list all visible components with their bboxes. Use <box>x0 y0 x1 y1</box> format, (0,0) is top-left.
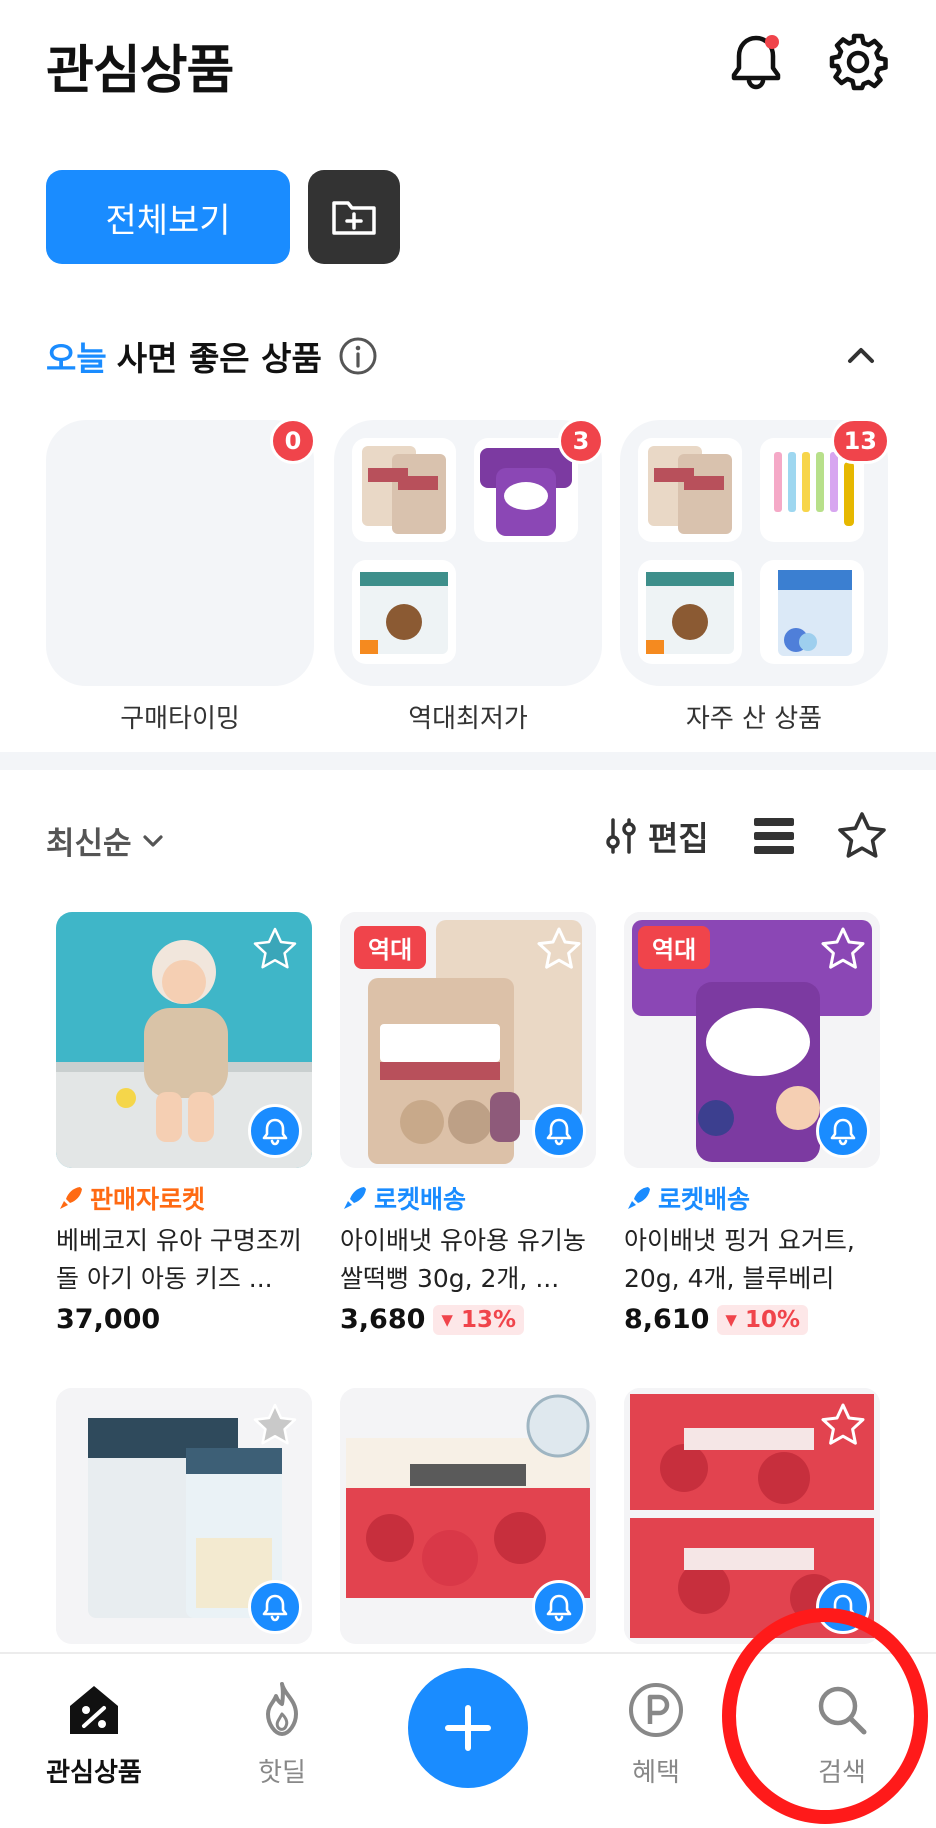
product-card[interactable]: 역대 로켓배송 아이배냇 핑거 요거트, 20g, 4개, 블루베리 8,610… <box>624 912 880 1335</box>
product-card[interactable] <box>624 1388 880 1644</box>
product-card[interactable] <box>56 1388 312 1644</box>
starred-icon[interactable] <box>252 926 298 972</box>
sliders-icon <box>606 818 636 854</box>
bell-icon <box>830 1118 856 1146</box>
frequently-bought-label: 자주 산 상품 <box>685 704 823 734</box>
add-folder-button[interactable] <box>308 170 400 264</box>
price-alert-button[interactable] <box>248 1104 302 1158</box>
edit-button[interactable]: 편집 <box>604 812 709 860</box>
page-title: 관심상품 <box>46 41 234 101</box>
price-alert-button[interactable] <box>248 1580 302 1634</box>
rocket-icon <box>344 1187 366 1209</box>
price-alert-button[interactable] <box>532 1580 586 1634</box>
frequently-bought-card[interactable]: 13 <box>620 418 890 686</box>
header: 관심상품 <box>0 0 936 130</box>
add-button[interactable] <box>408 1668 528 1788</box>
lowest-ever-tag: 역대 <box>638 926 711 969</box>
product-name: 베베코지 유아 구명조끼 돌 아기 아동 키즈 ... <box>56 1226 302 1293</box>
product-image <box>340 1388 596 1644</box>
product-thumbnail <box>638 438 742 542</box>
product-card[interactable] <box>340 1388 596 1644</box>
bell-icon <box>546 1594 572 1622</box>
bell-icon <box>262 1594 288 1622</box>
info-icon[interactable] <box>338 336 378 376</box>
list-view-icon[interactable] <box>752 814 796 858</box>
view-all-button[interactable]: 전체보기 <box>46 170 290 264</box>
notification-bell-icon[interactable] <box>724 30 788 94</box>
star-icon[interactable] <box>820 926 866 972</box>
search-icon <box>818 1686 867 1735</box>
discount-badge: ▾ 10% <box>717 1304 809 1335</box>
home-percent-icon <box>70 1686 118 1734</box>
product-card[interactable]: 역대 로켓배송 아이배냇 유아용 유기농 쌀떡뻥 30g, 2개, ... 3,… <box>340 912 596 1335</box>
product-thumbnail <box>638 560 742 664</box>
price-row: 37,000 <box>56 1304 312 1335</box>
rocket-icon <box>628 1187 650 1209</box>
bell-icon <box>830 1594 856 1622</box>
shipping-type: 로켓배송 <box>624 1180 880 1216</box>
product-price: 8,610 <box>624 1304 710 1335</box>
section-divider <box>0 752 936 770</box>
bell-icon <box>546 1118 572 1146</box>
price-row: 3,680 ▾ 13% <box>340 1304 596 1335</box>
plus-icon <box>445 1705 491 1751</box>
discount-badge: ▾ 13% <box>433 1304 525 1335</box>
chevron-down-icon <box>142 834 163 847</box>
product-thumbnail <box>352 560 456 664</box>
count-badge: 0 <box>270 418 316 464</box>
folder-plus-icon <box>332 201 376 235</box>
shipping-type: 판매자로켓 <box>56 1180 312 1216</box>
rocket-icon <box>60 1187 82 1209</box>
product-image <box>56 912 312 1168</box>
buy-timing-label: 구매타이밍 <box>120 704 240 734</box>
star-icon[interactable] <box>536 926 582 972</box>
product-image <box>56 1388 312 1644</box>
shipping-type: 로켓배송 <box>340 1180 596 1216</box>
product-image <box>624 1388 880 1644</box>
nav-item-benefits[interactable]: 혜택 <box>586 1680 726 1789</box>
sort-dropdown[interactable]: 최신순 <box>46 818 166 863</box>
price-alert-button[interactable] <box>816 1104 870 1158</box>
product-price: 37,000 <box>56 1304 161 1335</box>
buy-timing-card[interactable]: 0 <box>46 418 316 686</box>
product-name: 아이배냇 유아용 유기농 쌀떡뻥 30g, 2개, ... <box>340 1226 586 1293</box>
star-icon[interactable] <box>820 1402 866 1448</box>
favorite-star-icon[interactable] <box>836 810 888 862</box>
price-row: 8,610 ▾ 10% <box>624 1304 880 1335</box>
fire-icon <box>266 1682 298 1736</box>
product-price: 3,680 <box>340 1304 426 1335</box>
settings-gear-icon[interactable] <box>826 30 890 94</box>
bottom-nav: 관심상품 핫딜 혜택 검색 <box>0 1652 936 1828</box>
today-section-title: 오늘 사면 좋은 상품 <box>46 332 378 380</box>
collapse-chevron-icon[interactable] <box>842 336 880 374</box>
lowest-ever-tag: 역대 <box>354 926 427 969</box>
product-thumbnail <box>352 438 456 542</box>
nav-item-watchlist[interactable]: 관심상품 <box>24 1680 164 1789</box>
bell-icon <box>262 1118 288 1146</box>
product-name: 아이배냇 핑거 요거트, 20g, 4개, 블루베리 <box>624 1226 855 1293</box>
nav-item-hotdeal[interactable]: 핫딜 <box>212 1680 352 1789</box>
star-icon[interactable] <box>252 1402 298 1448</box>
lowest-price-card[interactable]: 3 <box>334 418 604 686</box>
product-thumbnail <box>760 560 864 664</box>
product-card[interactable]: 판매자로켓 베베코지 유아 구명조끼 돌 아기 아동 키즈 ... 37,000 <box>56 912 312 1335</box>
product-image: 역대 <box>340 912 596 1168</box>
lowest-price-label: 역대최저가 <box>408 704 528 734</box>
price-alert-button[interactable] <box>532 1104 586 1158</box>
count-badge: 13 <box>830 418 890 464</box>
count-badge: 3 <box>558 418 604 464</box>
product-image: 역대 <box>624 912 880 1168</box>
nav-item-search[interactable]: 검색 <box>772 1680 912 1789</box>
price-alert-button[interactable] <box>816 1580 870 1634</box>
point-icon <box>629 1683 683 1737</box>
